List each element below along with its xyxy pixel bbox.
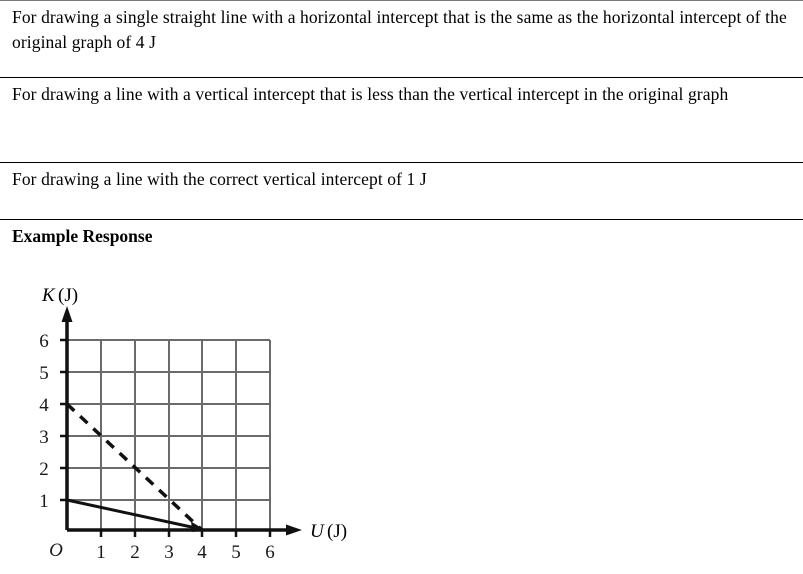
y-axis-tick-labels: 6 5 4 3 2 1 <box>39 331 49 512</box>
rubric-row-horizontal-intercept: For drawing a single straight line with … <box>0 1 803 77</box>
y-axis-label-symbol: K <box>41 285 56 306</box>
x-axis-label-symbol: U <box>310 521 325 542</box>
y-tick-label-5: 5 <box>39 363 49 384</box>
x-axis-arrowhead-icon <box>286 524 302 536</box>
example-response-row: Example Response <box>0 220 803 266</box>
rubric-row-text: For drawing a line with a vertical inter… <box>12 84 729 104</box>
x-tick-label-4: 4 <box>197 542 207 563</box>
x-axis-tick-labels: 1 2 3 4 5 6 <box>96 542 275 563</box>
y-tick-label-3: 3 <box>39 427 49 448</box>
x-tick-label-1: 1 <box>96 542 106 563</box>
example-response-heading: Example Response <box>12 226 153 246</box>
example-response-figure: K (J) 6 5 4 3 2 1 1 2 3 4 5 6 O U (J) <box>0 264 803 574</box>
origin-label: O <box>49 540 63 561</box>
rubric-table: For drawing a single straight line with … <box>0 0 803 266</box>
x-tick-label-3: 3 <box>164 542 174 563</box>
rubric-row-correct-vertical-intercept: For drawing a line with the correct vert… <box>0 163 803 219</box>
y-tick-label-2: 2 <box>39 459 49 480</box>
rubric-row-text: For drawing a line with the correct vert… <box>12 169 427 189</box>
x-tick-label-5: 5 <box>231 542 241 563</box>
y-axis-arrowhead-icon <box>61 306 73 322</box>
x-tick-label-6: 6 <box>265 542 275 563</box>
rubric-row-vertical-intercept-less: For drawing a line with a vertical inter… <box>0 78 803 162</box>
y-tick-label-1: 1 <box>39 491 49 512</box>
rubric-row-text: For drawing a single straight line with … <box>12 7 787 52</box>
y-tick-label-4: 4 <box>39 395 49 416</box>
y-tick-label-6: 6 <box>39 331 49 352</box>
kinetic-vs-potential-energy-graph: K (J) 6 5 4 3 2 1 1 2 3 4 5 6 O U (J) <box>39 285 347 563</box>
x-tick-label-2: 2 <box>130 542 140 563</box>
x-axis-label-unit: (J) <box>327 521 347 542</box>
y-axis-label-unit: (J) <box>58 285 78 306</box>
